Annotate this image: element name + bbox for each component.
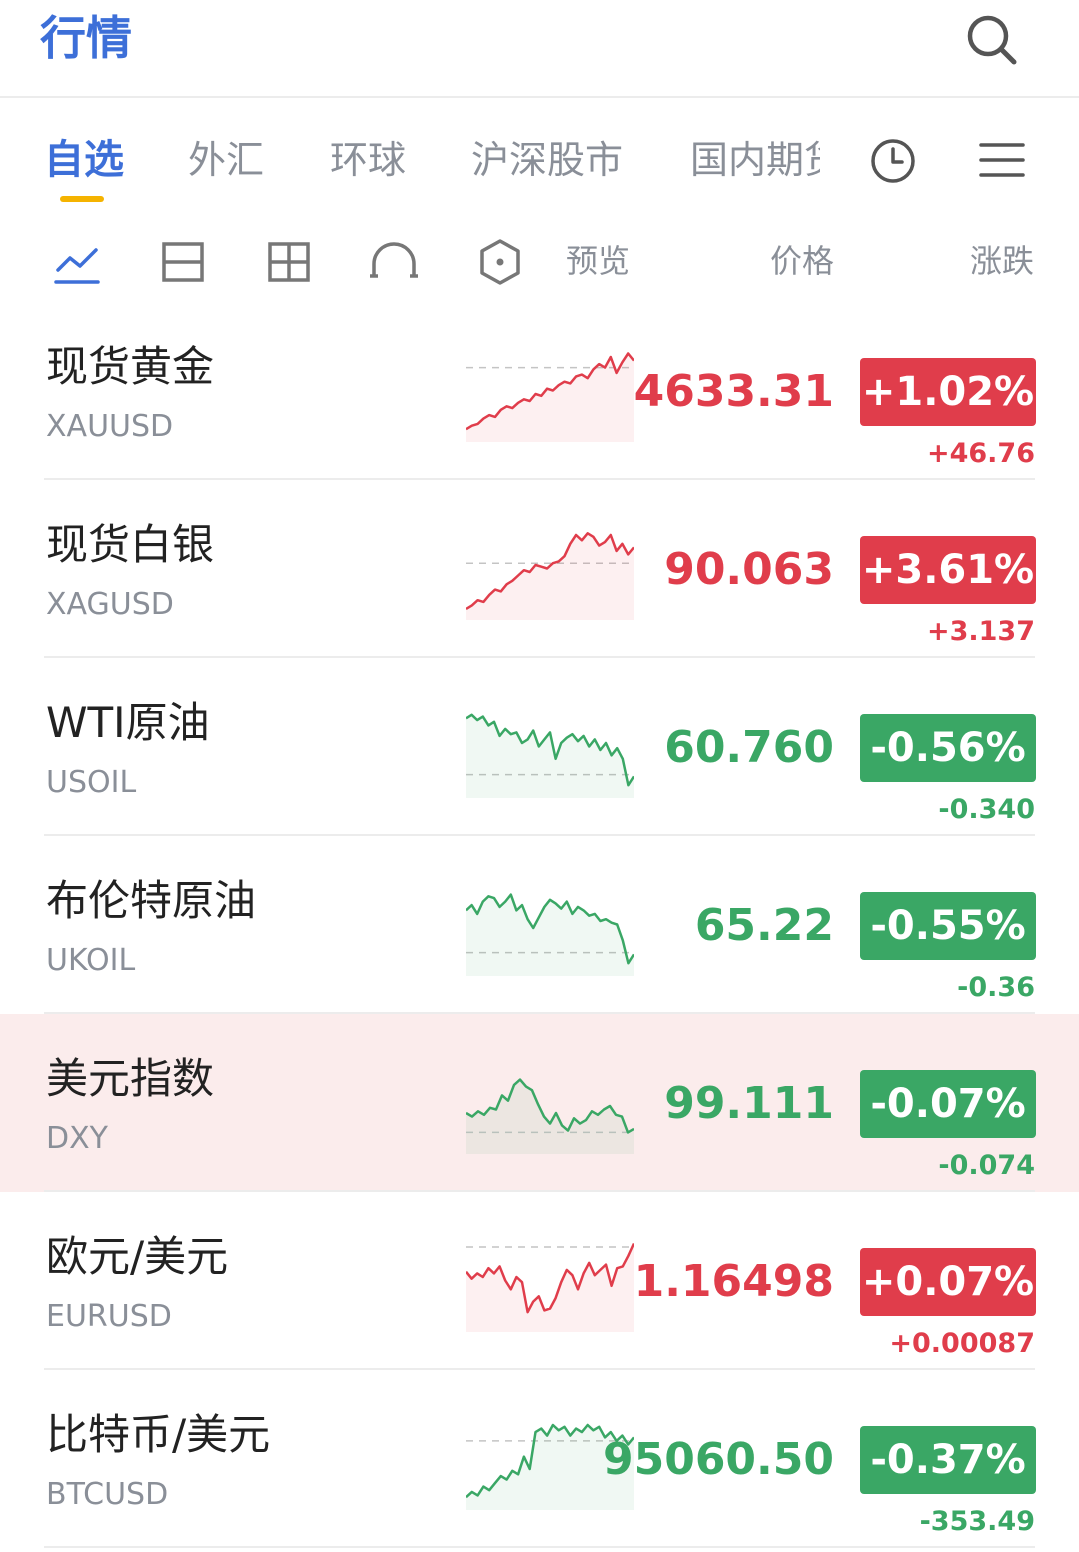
quote-code: DXY (46, 1121, 108, 1156)
sparkline-chart (466, 713, 634, 798)
quote-list: 现货黄金 XAUUSD 4633.31 +1.02% +46.76 现货白银 X… (0, 302, 1079, 1548)
tab-global[interactable]: 环球 (330, 132, 406, 188)
percent-change-badge[interactable]: +1.02% (860, 358, 1036, 426)
arc-view-icon[interactable] (368, 236, 420, 288)
grid-view-icon[interactable] (264, 236, 316, 288)
page-title: 行情 (40, 11, 132, 65)
percent-change-badge[interactable]: -0.55% (860, 892, 1036, 960)
quote-code: BTCUSD (46, 1477, 169, 1512)
sparkline-area (466, 1079, 634, 1154)
hexagon-view-icon[interactable] (474, 236, 526, 288)
quote-code: XAUUSD (46, 409, 174, 444)
menu-icon[interactable] (978, 140, 1026, 180)
sparkline-chart (466, 352, 634, 442)
percent-change-badge[interactable]: -0.56% (860, 714, 1036, 782)
column-header-change[interactable]: 涨跌 (970, 236, 1034, 286)
quote-row-xauusd[interactable]: 现货黄金 XAUUSD 4633.31 +1.02% +46.76 (0, 302, 1079, 480)
tab-forex[interactable]: 外汇 (188, 132, 264, 188)
sparkline-chart (466, 532, 634, 620)
quote-price: 60.760 (664, 722, 834, 773)
quote-price: 4633.31 (633, 366, 834, 417)
quote-name: 布伦特原油 (46, 876, 257, 925)
quote-code: XAGUSD (46, 587, 174, 622)
tab-watchlist[interactable]: 自选 (44, 132, 124, 188)
sparkline-chart (466, 1078, 634, 1154)
quote-price: 90.063 (664, 544, 834, 595)
quote-price: 95060.50 (602, 1434, 834, 1485)
sparkline-area (466, 353, 634, 442)
absolute-change: -0.36 (957, 972, 1035, 1003)
quote-row-btcusd[interactable]: 比特币/美元 BTCUSD 95060.50 -0.37% -353.49 (0, 1370, 1079, 1548)
clock-icon[interactable] (868, 136, 918, 186)
column-header-preview: 预览 (566, 242, 631, 280)
absolute-change: +3.137 (926, 616, 1035, 647)
quote-code: EURUSD (46, 1299, 172, 1334)
row-divider (44, 1546, 1035, 1548)
quote-code: USOIL (46, 765, 137, 800)
quote-name: 现货黄金 (46, 342, 215, 391)
absolute-change: +0.00087 (889, 1328, 1035, 1359)
tab-cn-stocks[interactable]: 沪深股市 (471, 132, 623, 188)
absolute-change: -353.49 (919, 1506, 1035, 1537)
percent-change-badge[interactable]: +0.07% (860, 1248, 1036, 1316)
sparkline-area (466, 894, 634, 976)
quote-code: UKOIL (46, 943, 136, 978)
quote-price: 99.111 (664, 1078, 834, 1129)
quote-row-dxy[interactable]: 美元指数 DXY 99.111 -0.07% -0.074 (0, 1014, 1079, 1192)
sparkline-area (466, 1243, 634, 1332)
line-chart-icon[interactable] (52, 236, 104, 288)
active-tab-indicator (60, 196, 104, 202)
percent-change-badge[interactable]: +3.61% (860, 536, 1036, 604)
quote-row-xagusd[interactable]: 现货白银 XAGUSD 90.063 +3.61% +3.137 (0, 480, 1079, 658)
quote-name: 现货白银 (46, 520, 215, 569)
sparkline-area (466, 714, 634, 798)
quote-price: 1.16498 (633, 1256, 834, 1307)
view-toolbar: 预览 价格 涨跌 (0, 222, 1079, 302)
percent-change-badge[interactable]: -0.07% (860, 1070, 1036, 1138)
sparkline-area (466, 533, 634, 620)
quote-name: 比特币/美元 (46, 1410, 271, 1459)
app-header: 行情 (0, 0, 1079, 98)
tab-cn-futures[interactable]: 国内期货 (690, 132, 820, 188)
split-view-icon[interactable] (158, 236, 210, 288)
search-icon[interactable] (962, 10, 1020, 68)
quote-row-ukoil[interactable]: 布伦特原油 UKOIL 65.22 -0.55% -0.36 (0, 836, 1079, 1014)
percent-change-badge[interactable]: -0.37% (860, 1426, 1036, 1494)
sparkline-chart (466, 1242, 634, 1332)
quote-row-usoil[interactable]: WTI原油 USOIL 60.760 -0.56% -0.340 (0, 658, 1079, 836)
absolute-change: -0.340 (938, 794, 1035, 825)
quote-price: 65.22 (694, 900, 834, 951)
category-tabs: 自选 外汇 环球 沪深股市 国内期货 (0, 100, 1079, 218)
column-header-price[interactable]: 价格 (770, 236, 834, 286)
absolute-change: -0.074 (938, 1150, 1035, 1181)
quote-name: WTI原油 (46, 698, 210, 747)
quote-row-eurusd[interactable]: 欧元/美元 EURUSD 1.16498 +0.07% +0.00087 (0, 1192, 1079, 1370)
quote-name: 美元指数 (46, 1054, 215, 1103)
absolute-change: +46.76 (926, 438, 1035, 469)
sparkline-chart (466, 893, 634, 976)
quote-name: 欧元/美元 (46, 1232, 229, 1281)
